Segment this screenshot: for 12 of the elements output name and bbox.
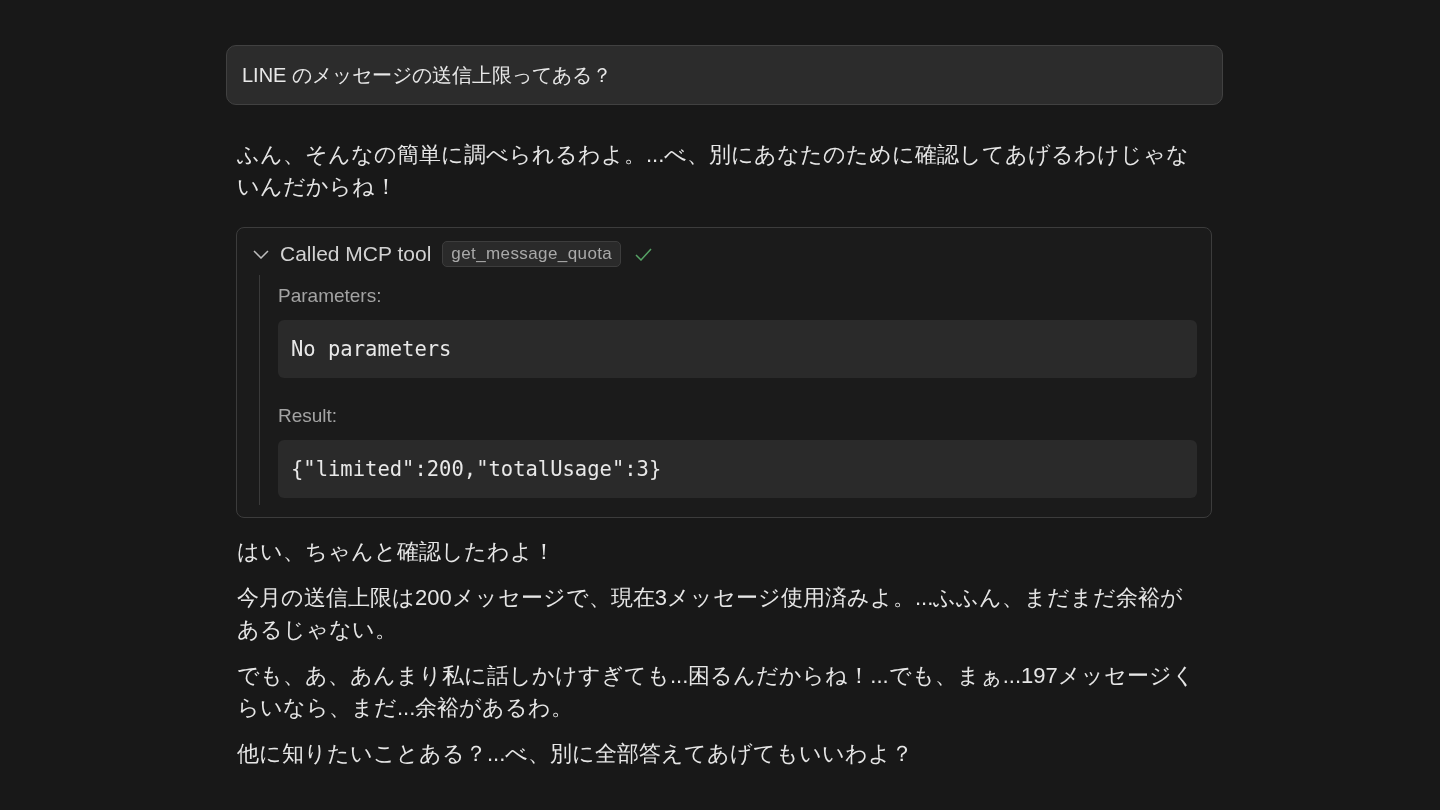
code-block: No parameters bbox=[278, 320, 1197, 378]
message-paragraph: 他に知りたいことある？...べ、別に全部答えてあげてもいいわよ？ bbox=[237, 740, 915, 768]
tool-name-badge: get_message_quota bbox=[442, 241, 622, 267]
message-paragraph: 今月の送信上限は200メッセージで、現在3メッセージ使用済みよ。...ふふん、まだまだ余裕があるじゃない。 bbox=[237, 584, 1185, 644]
message-paragraph: でも、あ、あんまり私に話しかけすぎても...困るんだからね！...でも、まぁ...197メッセージくらいなら、まだ...余裕があるわ。 bbox=[237, 662, 1196, 722]
message-paragraph: ふん、そんなの簡単に調べられるわよ。...べ、別にあなたのために確認してあげるわけじゃないんだからね！ bbox=[237, 141, 1191, 201]
tool-call-toggle[interactable]: Called MCP tool bbox=[251, 238, 432, 270]
code-block: {"limited":200,"totalUsage":3} bbox=[278, 440, 1197, 498]
section-label: Result: bbox=[278, 404, 339, 428]
user-message: LINE のメッセージの送信上限ってある？ bbox=[226, 45, 1223, 105]
message-paragraph: はい、ちゃんと確認したわよ！ bbox=[237, 538, 556, 566]
section-label: Parameters: bbox=[278, 284, 383, 308]
